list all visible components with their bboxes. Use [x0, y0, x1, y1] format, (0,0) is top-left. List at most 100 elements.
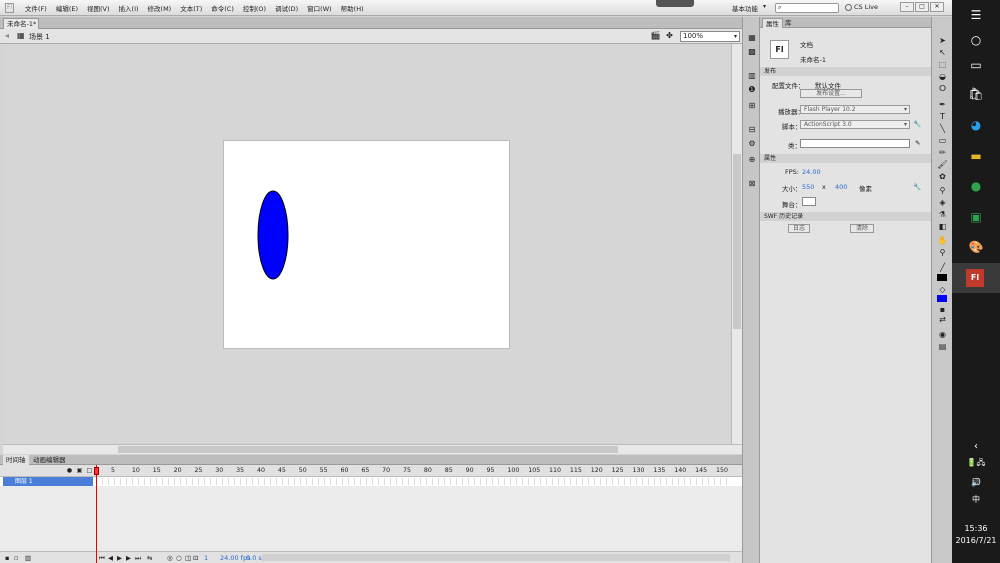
- timeline-hscroll[interactable]: [262, 554, 730, 561]
- bone-tool-icon[interactable]: ⚲: [937, 185, 948, 196]
- swatches-icon[interactable]: ▩: [747, 47, 757, 57]
- menu-control[interactable]: 控制(O): [243, 3, 266, 13]
- text-tool-icon[interactable]: T: [937, 111, 948, 122]
- vertical-scrollbar[interactable]: [731, 44, 742, 444]
- lasso-tool-icon[interactable]: ⵔ: [937, 83, 948, 94]
- log-button[interactable]: 日志: [788, 224, 810, 233]
- clock-date[interactable]: 2016/7/21: [952, 536, 1000, 545]
- first-frame-icon[interactable]: ⏮: [99, 554, 105, 563]
- system-tray-icons[interactable]: 🔋🖧🔊: [966, 453, 986, 487]
- iqiyi-icon[interactable]: ▣: [966, 207, 986, 227]
- line-tool-icon[interactable]: ╲: [937, 123, 948, 134]
- info-icon[interactable]: ❶: [747, 85, 757, 95]
- task-view-icon[interactable]: ▭: [966, 55, 986, 75]
- browser-icon[interactable]: ◕: [966, 115, 986, 135]
- workspace-switcher[interactable]: 基本功能: [732, 3, 758, 13]
- onion-skin-icon[interactable]: ◎: [167, 554, 173, 562]
- class-input[interactable]: [800, 139, 910, 148]
- pencil-icon[interactable]: ✎: [915, 139, 920, 147]
- menu-modify[interactable]: 修改(M): [148, 3, 172, 13]
- play-icon[interactable]: ▶: [117, 554, 122, 562]
- back-arrow-icon[interactable]: ◂: [5, 31, 9, 40]
- height-value[interactable]: 400: [835, 183, 847, 191]
- layer-row[interactable]: 图层 1: [0, 477, 742, 486]
- frame-strip[interactable]: [97, 478, 730, 485]
- blue-ellipse[interactable]: [257, 190, 289, 280]
- edit-scene-icon[interactable]: 🎬: [650, 31, 661, 41]
- align-icon[interactable]: ▥: [747, 71, 757, 81]
- horizontal-scrollbar[interactable]: [3, 444, 742, 454]
- ime-indicator[interactable]: 中: [952, 494, 1000, 505]
- playhead-handle[interactable]: [94, 467, 99, 475]
- edit-size-icon[interactable]: 🔧: [913, 183, 921, 191]
- eye-icon[interactable]: ●: [66, 467, 73, 474]
- clear-button[interactable]: 清除: [850, 224, 874, 233]
- edit-symbol-icon[interactable]: ✤: [664, 31, 675, 41]
- publish-settings-button[interactable]: 发布设置...: [800, 89, 862, 98]
- clock-time[interactable]: 15:36: [952, 524, 1000, 533]
- motion-presets-icon[interactable]: ⊕: [747, 155, 757, 165]
- swf-history-section-header[interactable]: SWF 历史记录: [760, 212, 931, 221]
- stage[interactable]: [223, 140, 510, 349]
- stage-color-swatch[interactable]: [802, 197, 816, 206]
- onion-markers-icon[interactable]: ⊡: [193, 554, 198, 562]
- wrench-icon[interactable]: 🔧: [913, 120, 921, 128]
- notification-icon[interactable]: ▢: [966, 472, 986, 492]
- transform-icon[interactable]: ⊞: [747, 101, 757, 111]
- layer-name[interactable]: 图层 1: [3, 477, 93, 486]
- app-green-icon[interactable]: ●: [966, 176, 986, 196]
- subselection-tool-icon[interactable]: ↖: [937, 47, 948, 58]
- chevron-down-icon[interactable]: ▾: [763, 3, 766, 10]
- fill-color-icon[interactable]: ◇: [937, 284, 948, 295]
- zoom-select[interactable]: 100% ▾: [680, 31, 740, 42]
- stroke-color-swatch[interactable]: [937, 274, 947, 281]
- eyedropper-tool-icon[interactable]: ⚗: [937, 209, 948, 220]
- edit-multiple-icon[interactable]: ◫: [185, 554, 191, 562]
- new-layer-icon[interactable]: ▪: [5, 554, 9, 562]
- paint-bucket-tool-icon[interactable]: ◈: [937, 197, 948, 208]
- fps-value[interactable]: 24.00: [802, 168, 821, 176]
- cortana-icon[interactable]: ○: [966, 30, 986, 50]
- menu-edit[interactable]: 编辑(E): [56, 3, 78, 13]
- tab-library[interactable]: 库: [782, 18, 795, 28]
- scroll-thumb[interactable]: [733, 154, 741, 329]
- menu-text[interactable]: 文本(T): [180, 3, 202, 13]
- pen-tool-icon[interactable]: ✒: [937, 99, 948, 110]
- tab-timeline[interactable]: 时间轴: [3, 455, 29, 465]
- deco-tool-icon[interactable]: ✿: [937, 171, 948, 182]
- cs-live-button[interactable]: CS Live: [845, 3, 878, 11]
- tab-properties[interactable]: 属性: [762, 18, 783, 28]
- last-frame-icon[interactable]: ⏭: [135, 554, 141, 563]
- zoom-tool-icon[interactable]: ⚲: [937, 247, 948, 258]
- script-select[interactable]: ActionScript 3.0 ▾: [800, 120, 910, 129]
- outline-icon[interactable]: □: [86, 467, 93, 474]
- smooth-icon[interactable]: ▤: [937, 341, 948, 352]
- code-snippets-icon[interactable]: ⊟: [747, 125, 757, 135]
- menu-view[interactable]: 视图(V): [87, 3, 110, 13]
- menu-insert[interactable]: 插入(I): [119, 3, 139, 13]
- document-tab[interactable]: 未命名-1*: [3, 18, 39, 29]
- menu-commands[interactable]: 命令(C): [211, 3, 234, 13]
- tab-motion-editor[interactable]: 动画编辑器: [30, 455, 69, 465]
- menu-file[interactable]: 文件(F): [25, 3, 47, 13]
- player-select[interactable]: Flash Player 10.2 ▾: [800, 105, 910, 114]
- file-explorer-icon[interactable]: ▬: [966, 146, 986, 166]
- pencil-tool-icon[interactable]: ✏: [937, 147, 948, 158]
- scroll-thumb[interactable]: [118, 446, 618, 453]
- swap-colors-icon[interactable]: ⇄: [937, 314, 948, 325]
- step-back-icon[interactable]: ◀: [108, 554, 113, 562]
- color-panel-icon[interactable]: ▦: [747, 33, 757, 43]
- menu-window[interactable]: 窗口(W): [307, 3, 332, 13]
- properties-section-header[interactable]: 属性: [760, 154, 931, 163]
- app-bar-handle[interactable]: [656, 0, 694, 7]
- flash-taskbar-icon[interactable]: Fl: [966, 269, 984, 287]
- step-forward-icon[interactable]: ▶: [126, 554, 131, 562]
- new-folder-icon[interactable]: ▫: [14, 554, 18, 562]
- onion-outline-icon[interactable]: ○: [176, 554, 182, 562]
- fill-color-swatch[interactable]: [937, 295, 947, 302]
- eraser-tool-icon[interactable]: ◧: [937, 221, 948, 232]
- publish-section-header[interactable]: 发布: [760, 67, 931, 76]
- selection-tool-icon[interactable]: ➤: [937, 35, 948, 46]
- components-icon[interactable]: ⚙: [747, 139, 757, 149]
- rectangle-tool-icon[interactable]: ▭: [937, 135, 948, 146]
